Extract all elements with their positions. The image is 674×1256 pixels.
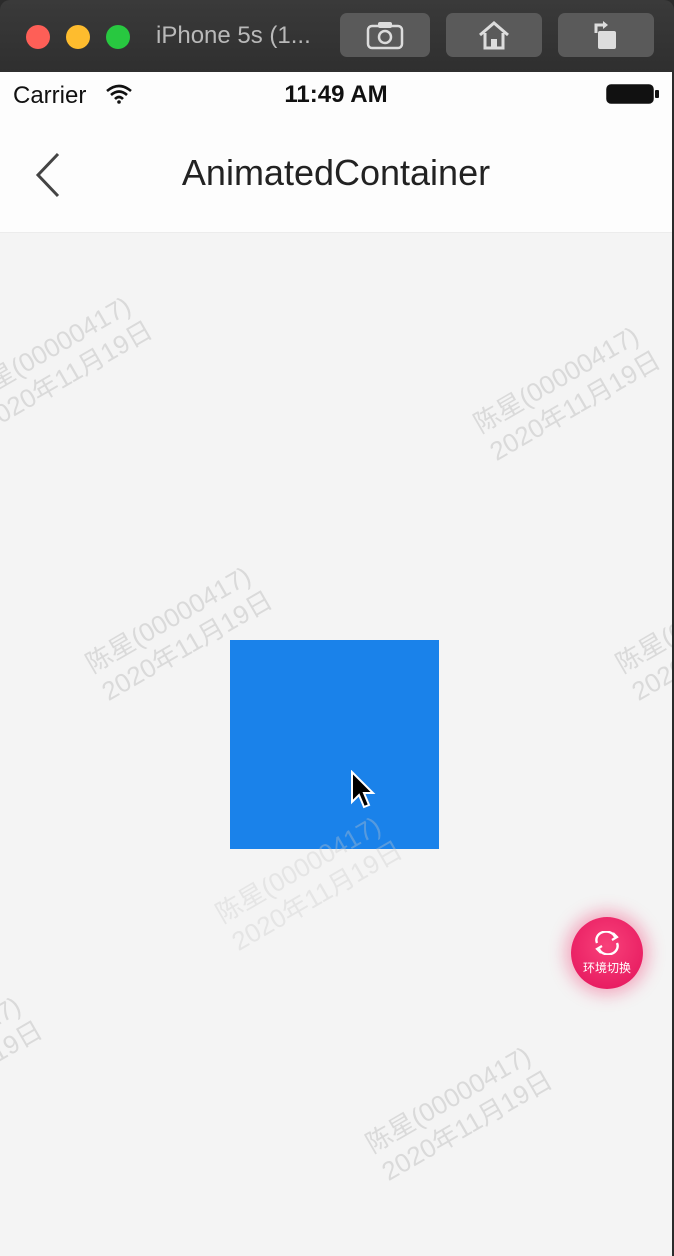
screenshot-button[interactable] <box>340 13 430 57</box>
home-icon <box>479 21 509 50</box>
close-window-button[interactable] <box>26 25 50 49</box>
watermark: 陈星(00000417) 2020年11月19日 <box>0 286 158 437</box>
watermark-line1: 陈星(00000417) <box>610 560 673 679</box>
rotate-button[interactable] <box>558 13 654 57</box>
watermark: 陈星(00000417) 2020年11月19日 <box>360 1036 558 1187</box>
device-screen: Carrier 11:49 AM AnimatedContainer 陈星(00… <box>0 72 672 1256</box>
watermark-line1: 陈星(00000417) <box>0 990 26 1109</box>
battery-icon <box>606 84 659 104</box>
simulator-titlebar: iPhone 5s (1... <box>0 0 674 72</box>
environment-switch-button[interactable]: 环境切换 <box>571 917 643 989</box>
window-title: iPhone 5s (1... <box>156 22 311 49</box>
watermark-line2: 2020年11月19日 <box>226 834 408 957</box>
page-title: AnimatedContainer <box>181 152 491 193</box>
zoom-window-button[interactable] <box>106 25 130 49</box>
watermark-line1: 陈星(00000417) <box>468 320 644 439</box>
watermark: 陈星(00000417) 2020年11月19日 <box>610 556 673 707</box>
refresh-icon <box>595 931 619 955</box>
navigation-bar: AnimatedContainer <box>0 116 672 233</box>
watermark-line2: 2020年11月19日 <box>0 1014 48 1137</box>
watermark-line2: 2020年11月19日 <box>484 344 666 467</box>
status-bar: Carrier 11:49 AM <box>0 72 672 116</box>
watermark-line2: 2020年11月19日 <box>0 314 158 437</box>
environment-switch-label: 环境切换 <box>582 961 631 975</box>
rotate-icon <box>594 21 616 49</box>
home-button[interactable] <box>446 13 542 57</box>
animated-container[interactable] <box>230 640 439 849</box>
mouse-cursor-icon <box>351 770 376 809</box>
watermark: 陈星(00000417) 2020年11月19日 <box>468 316 666 467</box>
watermark-line2: 2020年11月19日 <box>626 584 673 707</box>
watermark-line1: 陈星(00000417) <box>0 290 136 409</box>
minimize-window-button[interactable] <box>66 25 90 49</box>
watermark: 陈星(00000417) 2020年11月19日 <box>0 986 48 1137</box>
status-time: 11:49 AM <box>284 81 388 108</box>
watermark-line2: 2020年11月19日 <box>376 1064 558 1187</box>
screenshot-icon <box>366 22 404 50</box>
watermark-line1: 陈星(00000417) <box>360 1040 536 1159</box>
